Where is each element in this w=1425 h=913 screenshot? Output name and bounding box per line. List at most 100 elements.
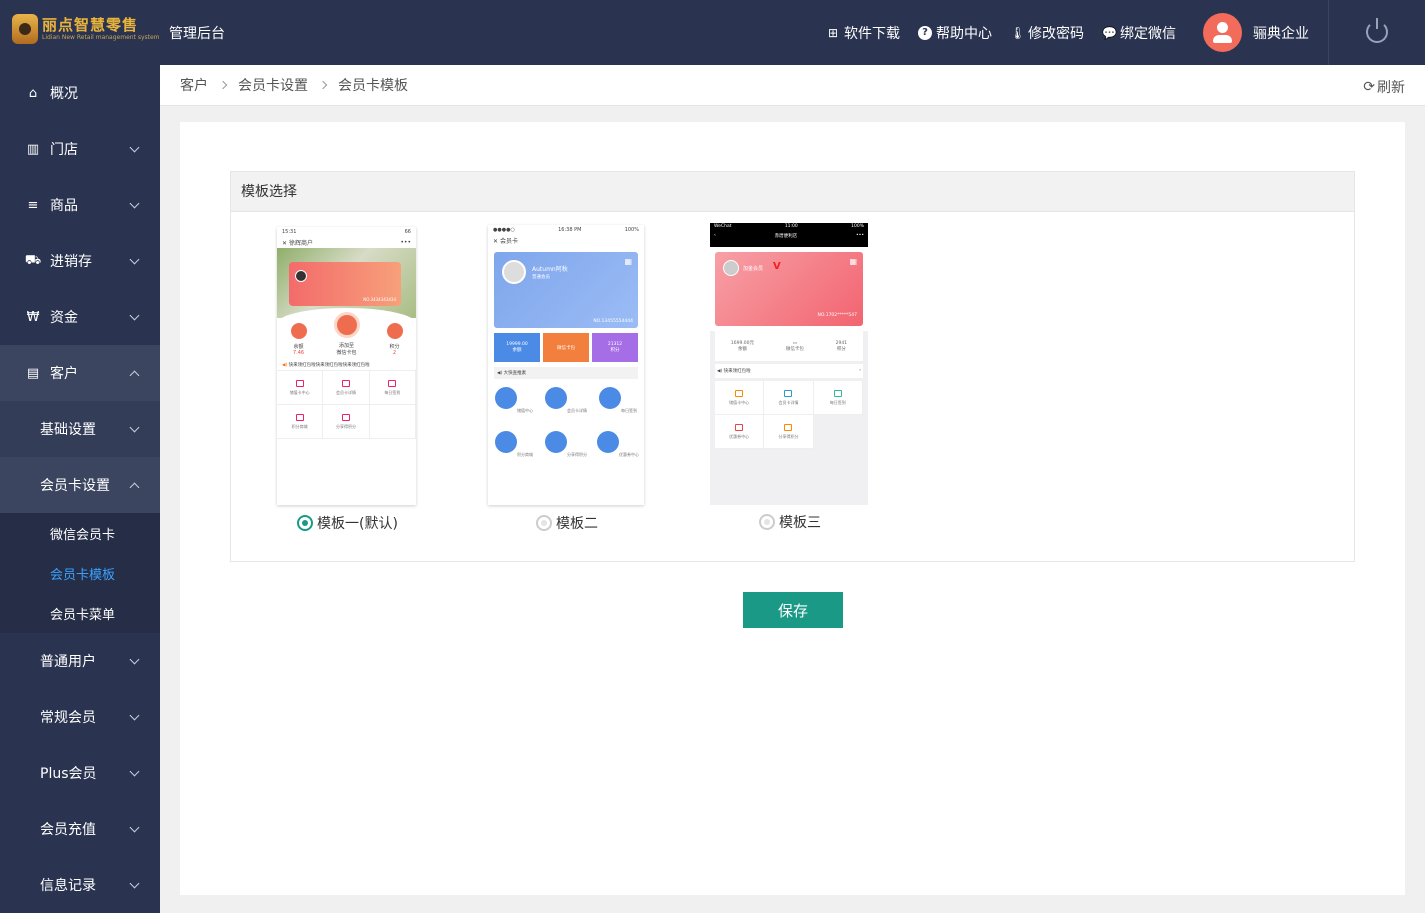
refresh-button[interactable]: ⟳ 刷新 bbox=[1363, 77, 1405, 97]
panel-title: 模板选择 bbox=[231, 172, 1354, 212]
sidebar-item-info-records[interactable]: 信息记录 bbox=[0, 857, 160, 913]
chevron-right-icon: › bbox=[859, 368, 861, 373]
save-button[interactable]: 保存 bbox=[743, 592, 843, 628]
calendar-icon bbox=[833, 389, 842, 397]
software-download-link[interactable]: ⊞ 软件下载 bbox=[826, 23, 900, 43]
user-menu[interactable]: 骊典企业 bbox=[1203, 13, 1309, 52]
grid-icon-item: 储值中心 bbox=[488, 387, 540, 431]
template-1-label: 模板一(默认) bbox=[317, 516, 398, 532]
chevron-down-icon bbox=[129, 766, 140, 777]
sidebar-subitem-label: 会员卡设置 bbox=[40, 478, 110, 494]
sidebar-item-inventory[interactable]: ⛟ 进销存 bbox=[0, 233, 160, 289]
sidebar-item-products[interactable]: ≡ 商品 bbox=[0, 177, 160, 233]
brand-logo[interactable]: 丽点智慧零售 Lidian New Retail management syst… bbox=[12, 14, 160, 44]
menu-cell: 储值卡中心 bbox=[715, 381, 765, 415]
sidebar-leaf-card-template[interactable]: 会员卡模板 bbox=[0, 553, 160, 593]
sidebar-item-regular-users[interactable]: 普通用户 bbox=[0, 633, 160, 689]
more-icon: ••• bbox=[400, 238, 411, 246]
logo-subtitle: Lidian New Retail management system bbox=[42, 34, 160, 41]
sidebar-item-label: 资金 bbox=[50, 310, 78, 326]
sidebar-item-label: 会员充值 bbox=[40, 822, 96, 838]
header-divider bbox=[1328, 0, 1329, 65]
template-card-3[interactable]: WeChat 11:00 100% ‹ 赤厝便利店 ••• 加金会员 V ▦ NO.17… bbox=[710, 223, 868, 505]
coins-icon bbox=[495, 431, 517, 453]
vip-badge-icon: V bbox=[773, 261, 781, 272]
coin-icon bbox=[295, 413, 304, 421]
card-name: Autumn阿秋 bbox=[532, 266, 568, 273]
phone-battery: 66 bbox=[404, 229, 411, 235]
wallet-tile: 微信卡包 bbox=[543, 333, 589, 362]
chevron-right-icon bbox=[218, 80, 228, 90]
sidebar-subitem-basic-settings[interactable]: 基础设置 bbox=[0, 401, 160, 457]
logo-title: 丽点智慧零售 bbox=[42, 16, 139, 34]
grid-icon-item: 积分商城 bbox=[488, 431, 540, 475]
wechat-icon: 💬 bbox=[1102, 26, 1117, 40]
radio-selected-icon[interactable] bbox=[297, 515, 313, 531]
refresh-icon: ⟳ bbox=[1363, 79, 1375, 95]
chevron-down-icon bbox=[129, 822, 140, 833]
software-download-label: 软件下载 bbox=[844, 26, 900, 42]
sidebar-leaf-wechat-card[interactable]: 微信会员卡 bbox=[0, 513, 160, 553]
menu-cell: 分享得积分 bbox=[323, 405, 370, 439]
sidebar-item-stores[interactable]: ▥ 门店 bbox=[0, 121, 160, 177]
sidebar-item-customers[interactable]: ▤ 客户 bbox=[0, 345, 160, 401]
sidebar-item-label: 门店 bbox=[50, 142, 78, 158]
main-content: 模板选择 15:31 66 ✕ 徐辉商户 ••• NO.3434343434 余额 7… bbox=[180, 122, 1405, 895]
template-3-radio[interactable]: 模板三 bbox=[759, 512, 821, 532]
bind-wechat-link[interactable]: 💬 绑定微信 bbox=[1102, 23, 1176, 43]
power-icon[interactable] bbox=[1366, 18, 1388, 43]
template-1-radio[interactable]: 模板一(默认) bbox=[297, 513, 398, 533]
username: 骊典企业 bbox=[1253, 25, 1309, 42]
phone-time: 15:31 bbox=[282, 229, 297, 235]
sidebar-item-standard-members[interactable]: 常规会员 bbox=[0, 689, 160, 745]
template-2-radio[interactable]: 模板二 bbox=[536, 513, 598, 533]
list-icon bbox=[784, 389, 793, 397]
sidebar-item-member-recharge[interactable]: 会员充值 bbox=[0, 801, 160, 857]
radio-unselected-icon[interactable] bbox=[536, 515, 552, 531]
stat-balance-value: 7.46 bbox=[292, 350, 305, 356]
sidebar-item-plus-members[interactable]: Plus会员 bbox=[0, 745, 160, 801]
sidebar-subitem-card-settings[interactable]: 会员卡设置 bbox=[0, 457, 160, 513]
help-center-link[interactable]: ? 帮助中心 bbox=[918, 23, 992, 43]
phone-battery: 100% bbox=[624, 227, 639, 233]
menu-cell: 分享得积分 bbox=[764, 415, 814, 449]
grid-icon-item: 优惠券中心 bbox=[592, 431, 644, 475]
change-password-link[interactable]: 🌡 修改密码 bbox=[1010, 23, 1084, 43]
bowl-icon bbox=[495, 387, 517, 409]
template-card-2[interactable]: ●●●●○ 16:38 PM 100% ✕ 会员卡 Autumn阿秋 普通会员 ▦ … bbox=[488, 225, 644, 505]
menu-grid: 储值卡中心 会员卡详情 每日签到 积分商城 分享得积分 bbox=[277, 371, 416, 439]
member-card: Autumn阿秋 普通会员 ▦ NO.13455554444 bbox=[494, 252, 638, 328]
sidebar-leaf-card-menu[interactable]: 会员卡菜单 bbox=[0, 593, 160, 633]
qr-icon: ▦ bbox=[849, 257, 857, 266]
template-panel: 模板选择 15:31 66 ✕ 徐辉商户 ••• NO.3434343434 余额 7… bbox=[230, 171, 1355, 562]
stats-row: 19999.00 余额 微信卡包 21312 积分 bbox=[494, 333, 638, 362]
speaker-icon: ◀) bbox=[282, 363, 289, 368]
crown-icon bbox=[341, 379, 350, 387]
notice-bar: ◀) 快来领红包啦快来领红包啦快来领红包啦 bbox=[277, 360, 416, 371]
points-icon bbox=[386, 323, 403, 339]
sidebar-item-overview[interactable]: ⌂ 概况 bbox=[0, 65, 160, 121]
grid-icon-item: 会员卡详情 bbox=[540, 387, 592, 431]
sidebar-item-label: 普通用户 bbox=[40, 654, 96, 670]
grid-icon-item: 分享得积分 bbox=[540, 431, 592, 475]
chevron-right-icon bbox=[318, 80, 328, 90]
coupon-icon bbox=[735, 423, 744, 431]
member-card: NO.3434343434 bbox=[289, 262, 401, 306]
menu-cell: 积分商城 bbox=[277, 405, 324, 439]
menu-cell: 每日签到 bbox=[369, 371, 416, 405]
sidebar-item-label: 常规会员 bbox=[40, 710, 96, 726]
chevron-up-icon bbox=[129, 482, 140, 493]
sidebar-item-funds[interactable]: ₩ 资金 bbox=[0, 289, 160, 345]
breadcrumb-card-settings[interactable]: 会员卡设置 bbox=[238, 75, 308, 95]
stats-row: 余额 7.46 添加至 微信卡包 积分 2 bbox=[277, 308, 416, 360]
phone-title: 会员卡 bbox=[499, 237, 518, 245]
top-bar: 丽点智慧零售 Lidian New Retail management syst… bbox=[0, 0, 1425, 65]
diamond-icon bbox=[545, 431, 567, 453]
template-card-1[interactable]: 15:31 66 ✕ 徐辉商户 ••• NO.3434343434 余额 7.46 添… bbox=[277, 227, 416, 505]
menu-grid: 储值卡中心 会员卡详情 每日签到 优惠券中心 分享得积分 bbox=[715, 381, 863, 449]
chevron-down-icon bbox=[129, 310, 140, 321]
wallet-icon bbox=[333, 312, 360, 338]
breadcrumb-customers[interactable]: 客户 bbox=[180, 75, 208, 95]
radio-unselected-icon[interactable] bbox=[759, 514, 775, 530]
app-download-icon: ⊞ bbox=[827, 26, 839, 40]
